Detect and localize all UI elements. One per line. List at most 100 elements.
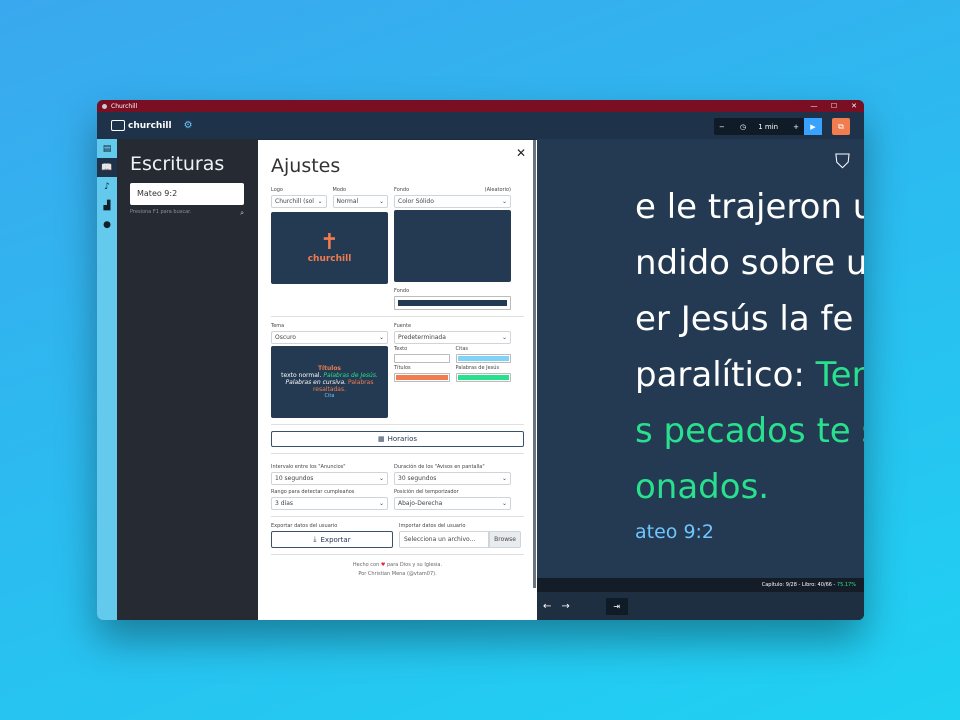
schedule-button[interactable]: ▦ Horarios: [271, 431, 524, 447]
notice-duration-select[interactable]: 30 segundos ⌄: [394, 472, 511, 485]
font-select[interactable]: Predeterminada ⌄: [394, 331, 511, 344]
settings-modal: ✕ Ajustes Logo Churchill (sol ⌄ Modo Norm…: [258, 140, 537, 620]
skip-end-glyph: ⇥: [613, 601, 621, 611]
text-color-picker[interactable]: [394, 354, 450, 363]
palette-icon[interactable]: ●: [97, 215, 117, 234]
logo-select-value: Churchill (sol: [275, 198, 314, 205]
ads-interval-label: Intervalo entre los "Anuncios": [271, 464, 346, 470]
chapter-status: Capítulo: 9/28 - Libro: 40/66 -: [761, 582, 837, 588]
birthday-range-value: 3 días: [275, 500, 294, 507]
preview-title: Títulos: [317, 365, 342, 372]
preview-cite: Cita: [324, 393, 335, 399]
chevron-down-icon: ⌄: [378, 198, 384, 205]
modal-scrollbar[interactable]: [533, 140, 536, 588]
import-file-input[interactable]: Selecciona un archivo...: [399, 531, 490, 548]
window-controls: — ☐ ✕: [804, 102, 864, 110]
book-cross-logo-icon: [111, 120, 125, 131]
mode-select[interactable]: Normal ⌄: [332, 195, 388, 208]
credits-for-god: para Dios y su Iglesia.: [386, 562, 443, 568]
timer-position-select[interactable]: Abajo-Derecha ⌄: [394, 497, 511, 510]
theme-label: Tema: [271, 323, 285, 329]
search-hint: Presiona F1 para buscar. ⌕: [130, 209, 244, 218]
bookmark-add-icon[interactable]: ⛉: [835, 149, 850, 173]
scripture-search-input[interactable]: Mateo 9:2: [130, 183, 244, 205]
layout-icon[interactable]: ▤: [97, 139, 117, 158]
timer-value: ◷ 1 min: [730, 123, 788, 131]
import-label: Importar datos del usuario: [399, 523, 466, 529]
schedule-button-label: Horarios: [387, 435, 418, 443]
chevron-down-icon: ⌄: [501, 500, 507, 507]
background-select-value: Color Sólido: [398, 198, 434, 205]
timer-plus-button[interactable]: +: [788, 123, 804, 131]
birthday-range-select[interactable]: 3 días ⌄: [271, 497, 388, 510]
text-color-label: Texto: [394, 346, 408, 352]
theme-select-value: Oscuro: [275, 334, 296, 341]
import-placeholder: Selecciona un archivo...: [404, 536, 476, 543]
chevron-down-icon: ⌄: [378, 475, 384, 482]
birthday-range-label: Rango para detectar cumpleaños: [271, 489, 355, 495]
nav-bar: ← → ⇥: [537, 592, 864, 620]
music-icon[interactable]: ♪: [97, 177, 117, 196]
next-arrow-icon[interactable]: →: [561, 601, 569, 612]
export-label: Exportar datos del usuario: [271, 523, 338, 529]
background-select[interactable]: Color Sólido ⌄: [394, 195, 511, 208]
jesus-words-line: s pecados te son: [635, 411, 864, 451]
skip-end-icon[interactable]: ⇥: [605, 597, 628, 615]
theme-select[interactable]: Oscuro ⌄: [271, 331, 388, 344]
divider: [271, 316, 524, 317]
title-bar: Churchill — ☐ ✕: [97, 100, 864, 112]
logo-select[interactable]: Churchill (sol ⌄: [271, 195, 327, 208]
cross-book-logo-icon: ✝: [320, 230, 339, 255]
font-label: Fuente: [394, 323, 412, 329]
play-icon[interactable]: ▶: [804, 118, 822, 135]
status-bar: Capítulo: 9/28 - Libro: 40/66 - 75.17%: [537, 578, 864, 592]
scripture-sidebar: Escrituras Mateo 9:2 Presiona F1 para bu…: [117, 139, 258, 620]
divider: [271, 554, 524, 555]
timer-minus-button[interactable]: −: [714, 123, 730, 131]
prev-arrow-icon[interactable]: ←: [543, 601, 551, 612]
close-icon[interactable]: ✕: [516, 146, 526, 160]
preview-words: Palabras de Jesús.: [323, 372, 378, 379]
gear-icon[interactable]: ⚙: [184, 120, 193, 131]
background-color-picker[interactable]: [394, 296, 511, 310]
random-background-toggle[interactable]: (Aleatorio): [485, 187, 511, 193]
verse-reference: ateo 9:2: [635, 521, 715, 543]
titles-color-label: Títulos: [394, 365, 411, 371]
notice-duration-value: 30 segundos: [398, 475, 437, 482]
export-button[interactable]: ⤓ Exportar: [271, 531, 393, 548]
chevron-down-icon: ⌄: [501, 475, 507, 482]
brand-name: churchill: [128, 120, 172, 131]
words-color-picker[interactable]: [455, 373, 511, 382]
verse-line: paralítico: Ten: [635, 347, 864, 403]
notice-duration-label: Duración de los "Avisos en pantalla": [394, 464, 485, 470]
cake-icon[interactable]: ▟: [97, 196, 117, 215]
close-window-button[interactable]: ✕: [844, 102, 864, 110]
cites-color-label: Citas: [455, 346, 469, 352]
minimize-button[interactable]: —: [804, 102, 824, 110]
chevron-down-icon: ⌄: [501, 198, 507, 205]
maximize-button[interactable]: ☐: [824, 102, 844, 110]
cites-color-picker[interactable]: [455, 354, 511, 363]
preview-line: Palabras en cursiva. Palabras resaltadas…: [275, 379, 384, 393]
timer-position-label: Posición del temporizador: [394, 489, 459, 495]
heart-icon: ♥: [380, 562, 386, 568]
theme-preview: Títulos texto normal. Palabras de Jesús.…: [271, 346, 388, 418]
top-bar: churchill ⚙ − ◷ 1 min + ▶ ⧉: [97, 112, 864, 139]
logo-preview: ✝ churchill: [271, 212, 388, 284]
ads-interval-select[interactable]: 10 segundos ⌄: [271, 472, 388, 485]
titles-color-picker[interactable]: [394, 373, 450, 382]
credits-made-with: Hecho con: [352, 562, 380, 568]
present-screen-icon[interactable]: ⧉: [832, 118, 850, 135]
search-icon[interactable]: ⌕: [240, 209, 244, 218]
browse-button-label: Browse: [494, 536, 516, 543]
verse-line: ndido sobre una: [635, 243, 864, 283]
divider: [271, 453, 524, 454]
settings-title: Ajustes: [271, 155, 341, 177]
mode-select-value: Normal: [336, 198, 359, 205]
verse-viewer: ⛉ e le trajeron un ndido sobre una er Je…: [537, 139, 864, 620]
browse-button[interactable]: Browse: [489, 531, 521, 548]
chevron-down-icon: ⌄: [317, 198, 323, 205]
app-icon: [102, 103, 107, 109]
book-icon[interactable]: 📖: [97, 158, 117, 177]
logo-text: churchill: [307, 254, 352, 264]
